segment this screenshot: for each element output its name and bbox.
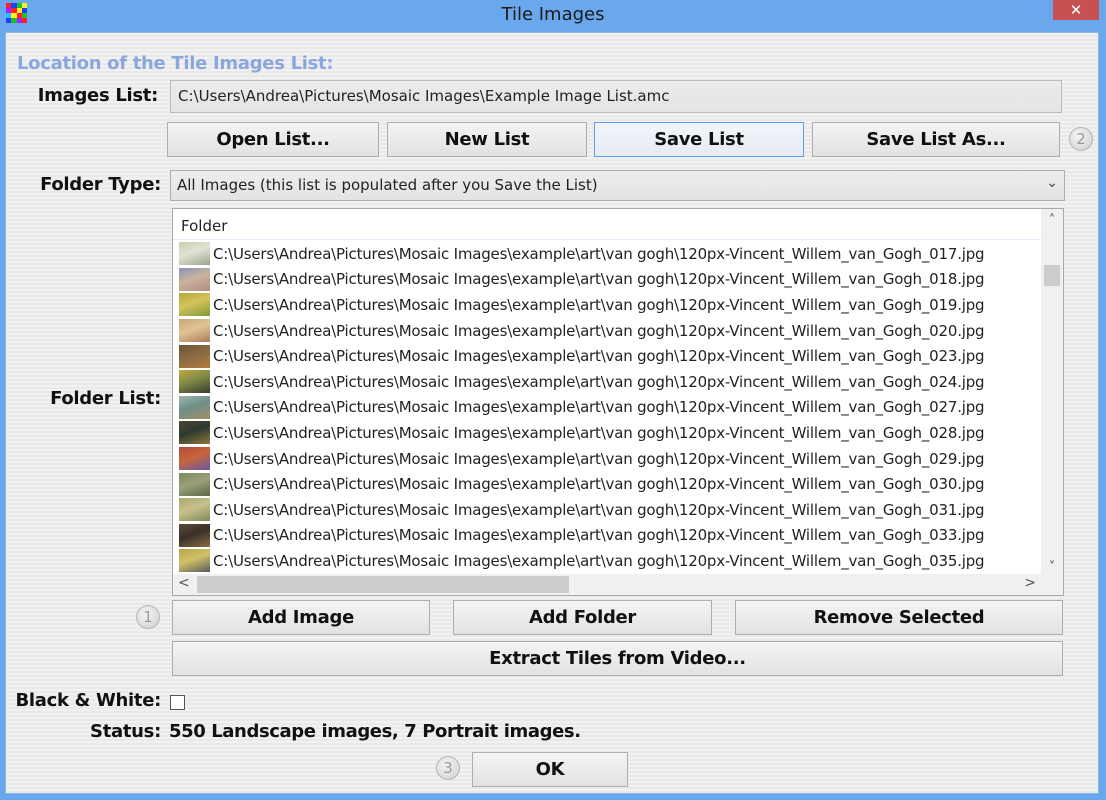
image-thumbnail [179,319,210,343]
vertical-scrollbar[interactable]: ˄ ˅ [1041,209,1063,575]
image-thumbnail [179,267,210,291]
black-white-checkbox[interactable] [170,695,185,710]
column-header-folder[interactable]: Folder [173,209,1041,240]
title-bar: Tile Images ✕ [0,0,1106,32]
folder-list-rows: C:\Users\Andrea\Pictures\Mosaic Images\e… [173,241,1041,574]
folder-type-label: Folder Type: [40,174,161,195]
list-item[interactable]: C:\Users\Andrea\Pictures\Mosaic Images\e… [173,548,1041,574]
horizontal-scrollbar[interactable]: < > [173,574,1063,595]
extract-tiles-from-video-button[interactable]: Extract Tiles from Video... [172,641,1063,676]
image-thumbnail [179,523,210,547]
ok-button[interactable]: OK [472,752,628,787]
image-thumbnail [179,395,210,419]
file-path: C:\Users\Andrea\Pictures\Mosaic Images\e… [213,475,985,494]
file-path: C:\Users\Andrea\Pictures\Mosaic Images\e… [213,449,985,468]
list-item[interactable]: C:\Users\Andrea\Pictures\Mosaic Images\e… [173,241,1041,267]
file-path: C:\Users\Andrea\Pictures\Mosaic Images\e… [213,423,985,442]
list-item[interactable]: C:\Users\Andrea\Pictures\Mosaic Images\e… [173,420,1041,446]
scrollbar-corner [1041,574,1063,595]
remove-selected-button[interactable]: Remove Selected [735,600,1063,635]
image-thumbnail [179,447,210,471]
list-item[interactable]: C:\Users\Andrea\Pictures\Mosaic Images\e… [173,292,1041,318]
file-path: C:\Users\Andrea\Pictures\Mosaic Images\e… [213,347,985,366]
status-text: 550 Landscape images, 7 Portrait images. [169,721,581,742]
image-thumbnail [179,242,210,266]
window-title: Tile Images [501,4,605,25]
image-thumbnail [179,472,210,496]
file-path: C:\Users\Andrea\Pictures\Mosaic Images\e… [213,295,985,314]
list-item[interactable]: C:\Users\Andrea\Pictures\Mosaic Images\e… [173,343,1041,369]
images-list-path-field[interactable]: C:\Users\Andrea\Pictures\Mosaic Images\E… [170,80,1062,113]
file-path: C:\Users\Andrea\Pictures\Mosaic Images\e… [213,500,985,519]
images-list-label: Images List: [37,85,159,106]
dialog-body: Location of the Tile Images List: Images… [5,32,1099,794]
new-list-button[interactable]: New List [387,122,587,157]
chevron-down-icon: ⌄ [1046,175,1058,191]
image-thumbnail [179,293,210,317]
list-item[interactable]: C:\Users\Andrea\Pictures\Mosaic Images\e… [173,318,1041,344]
open-list-button[interactable]: Open List... [167,122,379,157]
folder-type-selected-value: All Images (this list is populated after… [177,176,598,194]
add-folder-button[interactable]: Add Folder [453,600,712,635]
file-path: C:\Users\Andrea\Pictures\Mosaic Images\e… [213,270,985,289]
image-thumbnail [179,549,210,573]
close-button[interactable]: ✕ [1053,0,1099,20]
file-path: C:\Users\Andrea\Pictures\Mosaic Images\e… [213,321,985,340]
scroll-left-icon[interactable]: < [178,575,190,591]
status-label: Status: [90,721,161,742]
vertical-scroll-thumb[interactable] [1044,265,1060,286]
folder-list-label: Folder List: [50,388,161,409]
file-path: C:\Users\Andrea\Pictures\Mosaic Images\e… [213,244,985,263]
file-path: C:\Users\Andrea\Pictures\Mosaic Images\e… [213,526,985,545]
image-thumbnail [179,498,210,522]
add-image-button[interactable]: Add Image [172,600,430,635]
folder-type-select[interactable]: All Images (this list is populated after… [170,170,1065,201]
section-title: Location of the Tile Images List: [17,53,334,74]
list-item[interactable]: C:\Users\Andrea\Pictures\Mosaic Images\e… [173,267,1041,293]
file-path: C:\Users\Andrea\Pictures\Mosaic Images\e… [213,398,985,417]
image-thumbnail [179,344,210,368]
file-path: C:\Users\Andrea\Pictures\Mosaic Images\e… [213,551,985,570]
list-item[interactable]: C:\Users\Andrea\Pictures\Mosaic Images\e… [173,395,1041,421]
list-item[interactable]: C:\Users\Andrea\Pictures\Mosaic Images\e… [173,471,1041,497]
step-2-badge-icon: 2 [1069,127,1093,151]
folder-list[interactable]: Folder C:\Users\Andrea\Pictures\Mosaic I… [172,208,1064,596]
horizontal-scroll-thumb[interactable] [197,576,569,593]
save-list-button[interactable]: Save List [594,122,804,157]
scroll-down-icon[interactable]: ˅ [1041,560,1063,575]
image-thumbnail [179,370,210,394]
step-3-badge-icon: 3 [436,756,460,780]
black-white-label: Black & White: [15,690,161,711]
file-path: C:\Users\Andrea\Pictures\Mosaic Images\e… [213,372,985,391]
step-1-badge-icon: 1 [136,605,160,629]
image-thumbnail [179,421,210,445]
list-item[interactable]: C:\Users\Andrea\Pictures\Mosaic Images\e… [173,369,1041,395]
scroll-up-icon[interactable]: ˄ [1041,213,1063,228]
save-list-as-button[interactable]: Save List As... [812,122,1060,157]
list-item[interactable]: C:\Users\Andrea\Pictures\Mosaic Images\e… [173,523,1041,549]
list-item[interactable]: C:\Users\Andrea\Pictures\Mosaic Images\e… [173,497,1041,523]
list-item[interactable]: C:\Users\Andrea\Pictures\Mosaic Images\e… [173,446,1041,472]
scroll-right-icon[interactable]: > [1024,575,1036,591]
